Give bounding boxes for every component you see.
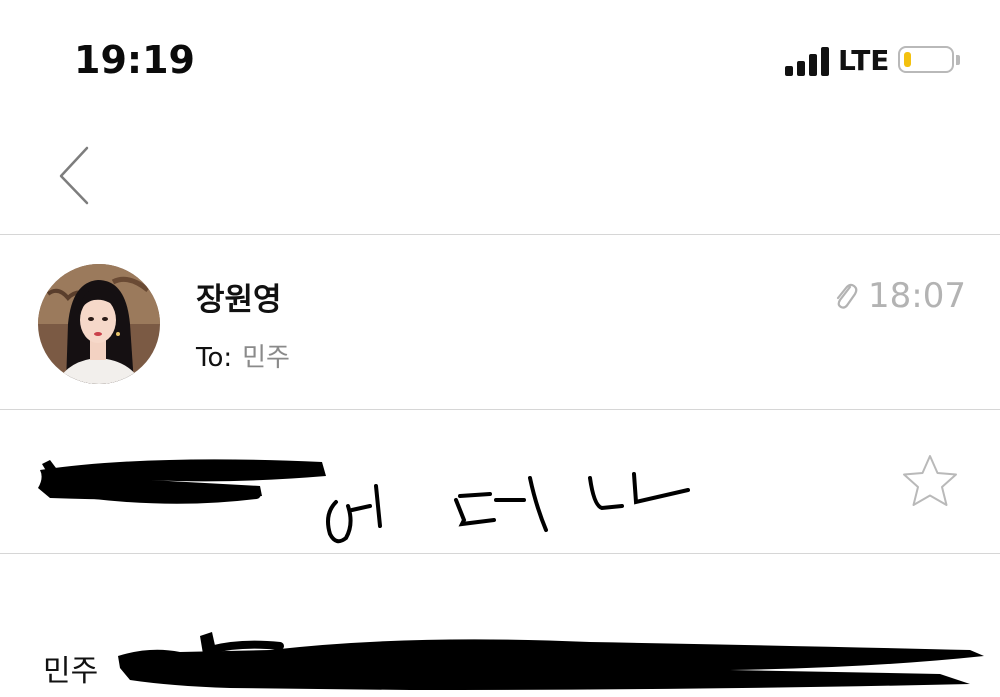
- recipient-line[interactable]: To: 민주: [196, 337, 290, 374]
- received-time: 18:07: [868, 276, 966, 316]
- sender-name: 장원영: [196, 282, 282, 318]
- chevron-left-icon: [59, 146, 89, 205]
- subject-handwriting: [318, 460, 698, 552]
- battery-icon: [898, 46, 954, 73]
- status-time: 19:19: [74, 38, 195, 82]
- body-redaction: [110, 628, 1000, 693]
- back-button[interactable]: [54, 144, 98, 208]
- sender-divider: [0, 409, 1000, 410]
- subject-redaction: [30, 448, 340, 518]
- recipient-name[interactable]: 민주: [242, 343, 290, 373]
- message-body-start: 민주: [43, 654, 99, 689]
- battery-tip: [956, 55, 960, 65]
- header-divider: [0, 234, 1000, 235]
- star-icon: [903, 455, 957, 506]
- paperclip-icon: [832, 280, 858, 310]
- subject-divider: [0, 553, 1000, 554]
- to-label: To:: [196, 343, 233, 373]
- star-button[interactable]: [900, 452, 960, 510]
- battery-level: [904, 52, 911, 67]
- status-bar: 19:19 LTE: [0, 0, 1000, 110]
- cellular-signal-icon: [785, 46, 831, 76]
- network-type-label: LTE: [838, 44, 890, 77]
- sender-avatar[interactable]: [38, 264, 160, 384]
- sender-photo: [38, 264, 160, 384]
